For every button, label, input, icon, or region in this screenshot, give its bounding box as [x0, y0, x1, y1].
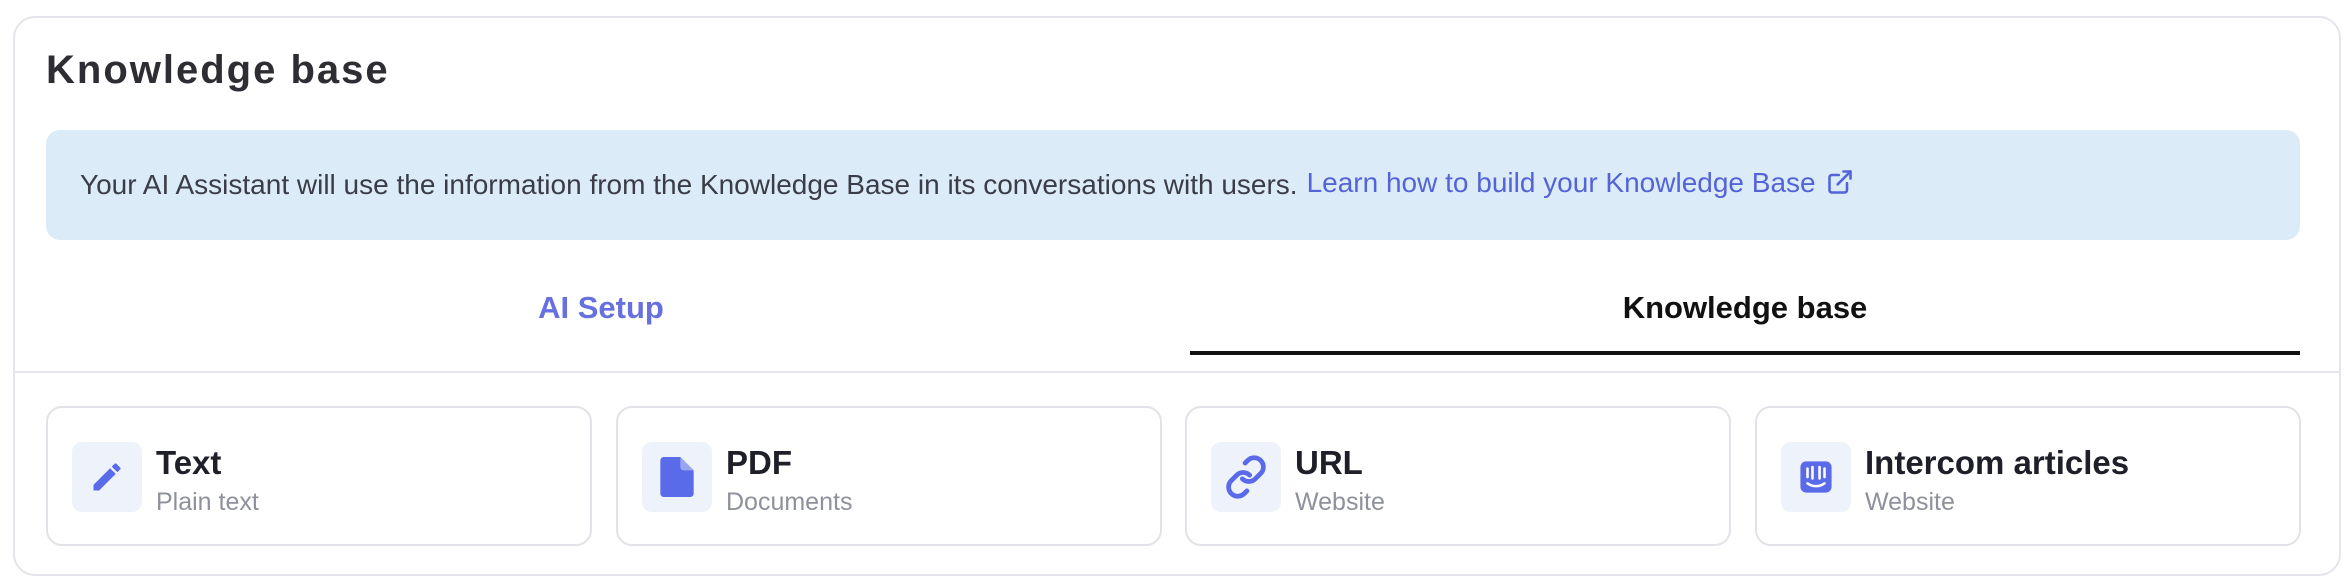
pencil-icon: [72, 442, 142, 512]
document-icon: [642, 442, 712, 512]
source-card-subtitle: Documents: [726, 488, 853, 516]
source-card-title: Intercom articles: [1865, 444, 2130, 481]
info-banner: Your AI Assistant will use the informati…: [46, 130, 2300, 240]
source-card-intercom[interactable]: Intercom articles Website: [1755, 406, 2301, 546]
external-link-icon: [1826, 168, 1854, 203]
learn-more-link-label: Learn how to build your Knowledge Base: [1306, 167, 1816, 198]
info-text: Your AI Assistant will use the informati…: [80, 169, 1298, 200]
source-card-subtitle: Plain text: [156, 488, 259, 516]
tab-ai-setup[interactable]: AI Setup: [46, 290, 1156, 334]
source-card-pdf[interactable]: PDF Documents: [616, 406, 1162, 546]
tab-knowledge-base[interactable]: Knowledge base: [1190, 290, 2300, 334]
source-card-text[interactable]: Text Plain text: [46, 406, 592, 546]
source-card-title: PDF: [726, 444, 792, 481]
active-tab-indicator: [1190, 351, 2300, 355]
source-card-url[interactable]: URL Website: [1185, 406, 1731, 546]
source-card-title: URL: [1295, 444, 1363, 481]
source-card-subtitle: Website: [1295, 488, 1385, 516]
learn-more-link[interactable]: Learn how to build your Knowledge Base: [1307, 167, 1854, 203]
intercom-icon: [1781, 442, 1851, 512]
link-icon: [1211, 442, 1281, 512]
source-card-title: Text: [156, 444, 222, 481]
source-card-subtitle: Website: [1865, 488, 1955, 516]
page-title: Knowledge base: [46, 48, 390, 92]
tabs-divider: [15, 371, 2339, 373]
